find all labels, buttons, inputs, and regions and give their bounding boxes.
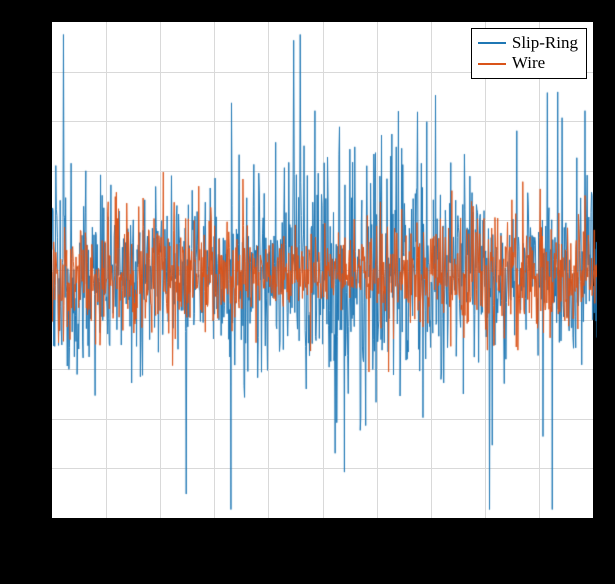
legend-row-slip-ring: Slip-Ring xyxy=(478,33,578,53)
chart-canvas xyxy=(52,22,597,522)
legend: Slip-Ring Wire xyxy=(471,28,587,79)
legend-row-wire: Wire xyxy=(478,53,578,73)
legend-swatch-slip-ring xyxy=(478,42,506,44)
legend-swatch-wire xyxy=(478,63,506,65)
legend-label-slip-ring: Slip-Ring xyxy=(512,33,578,53)
legend-label-wire: Wire xyxy=(512,53,545,73)
plot-area: Slip-Ring Wire xyxy=(50,20,595,520)
